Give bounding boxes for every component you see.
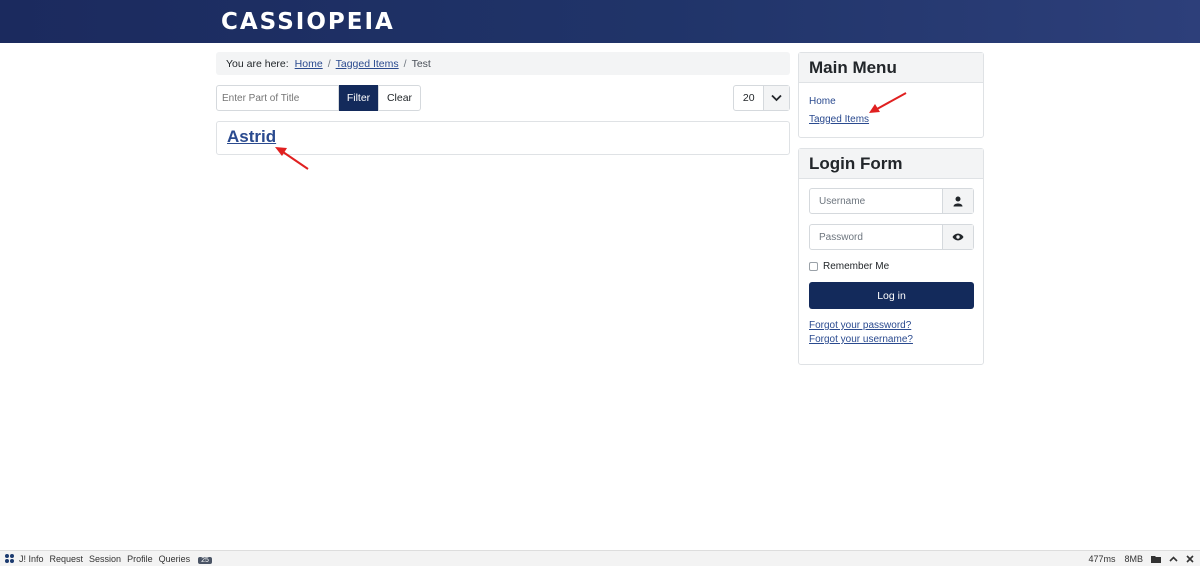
breadcrumb-home-link[interactable]: Home xyxy=(295,58,323,70)
password-field[interactable]: Password xyxy=(809,224,974,250)
forgot-password-link[interactable]: Forgot your password? xyxy=(809,320,911,331)
username-placeholder[interactable]: Username xyxy=(810,189,942,213)
login-form-module: Login Form Username Password Remember Me… xyxy=(798,148,984,365)
list-limit-select[interactable]: 20 xyxy=(733,85,790,111)
title-filter-input[interactable] xyxy=(216,85,339,111)
main-menu-module: Main Menu Home Tagged Items xyxy=(798,52,984,138)
debug-time: 477ms xyxy=(1088,553,1116,564)
menu-item-home[interactable]: Home xyxy=(809,96,836,107)
debug-tab-profile[interactable]: Profile xyxy=(127,554,153,564)
site-header: CASSIOPEIA xyxy=(0,0,1200,43)
tagged-item-card: Astrid xyxy=(216,121,790,155)
remember-me[interactable]: Remember Me xyxy=(809,261,889,272)
breadcrumb-current: Test xyxy=(411,57,431,70)
clear-button[interactable]: Clear xyxy=(378,85,421,111)
main-menu-title: Main Menu xyxy=(799,53,983,83)
breadcrumb: You are here: Home / Tagged Items / Test xyxy=(216,52,790,75)
chevron-up-icon[interactable] xyxy=(1169,555,1178,562)
debug-tab-session[interactable]: Session xyxy=(89,554,121,564)
breadcrumb-separator: / xyxy=(327,57,331,70)
username-field[interactable]: Username xyxy=(809,188,974,214)
site-brand[interactable]: CASSIOPEIA xyxy=(221,9,395,35)
folder-icon[interactable] xyxy=(1151,555,1161,563)
breadcrumb-prefix: You are here: xyxy=(226,57,289,70)
joomla-icon[interactable] xyxy=(4,553,15,564)
tagged-item-link[interactable]: Astrid xyxy=(227,127,276,147)
debug-tab-request[interactable]: Request xyxy=(50,554,84,564)
list-limit-value: 20 xyxy=(742,92,755,104)
password-placeholder[interactable]: Password xyxy=(810,225,942,249)
filter-button[interactable]: Filter xyxy=(339,85,378,111)
login-form-title: Login Form xyxy=(799,149,983,179)
login-button[interactable]: Log in xyxy=(809,282,974,309)
remember-me-label: Remember Me xyxy=(823,261,890,272)
eye-icon[interactable] xyxy=(942,225,973,249)
breadcrumb-tagged-items-link[interactable]: Tagged Items xyxy=(336,58,399,70)
queries-count-badge: 25 xyxy=(198,556,212,564)
user-icon xyxy=(942,189,973,213)
close-icon[interactable] xyxy=(1186,554,1194,563)
breadcrumb-separator: / xyxy=(403,57,407,70)
debug-tab-queries-label: Queries xyxy=(158,553,191,564)
forgot-username-link[interactable]: Forgot your username? xyxy=(809,334,913,345)
annotation-arrows xyxy=(275,92,907,170)
debug-memory: 8MB xyxy=(1124,553,1143,564)
debug-tab-queries[interactable]: Queries 25 xyxy=(159,554,218,564)
chevron-down-icon[interactable] xyxy=(763,86,789,110)
debug-tab-info[interactable]: J! Info xyxy=(19,554,44,564)
debug-bar: J! Info Request Session Profile Queries 2… xyxy=(0,550,1200,566)
menu-item-tagged-items[interactable]: Tagged Items xyxy=(809,114,869,125)
remember-me-checkbox[interactable] xyxy=(809,262,818,271)
